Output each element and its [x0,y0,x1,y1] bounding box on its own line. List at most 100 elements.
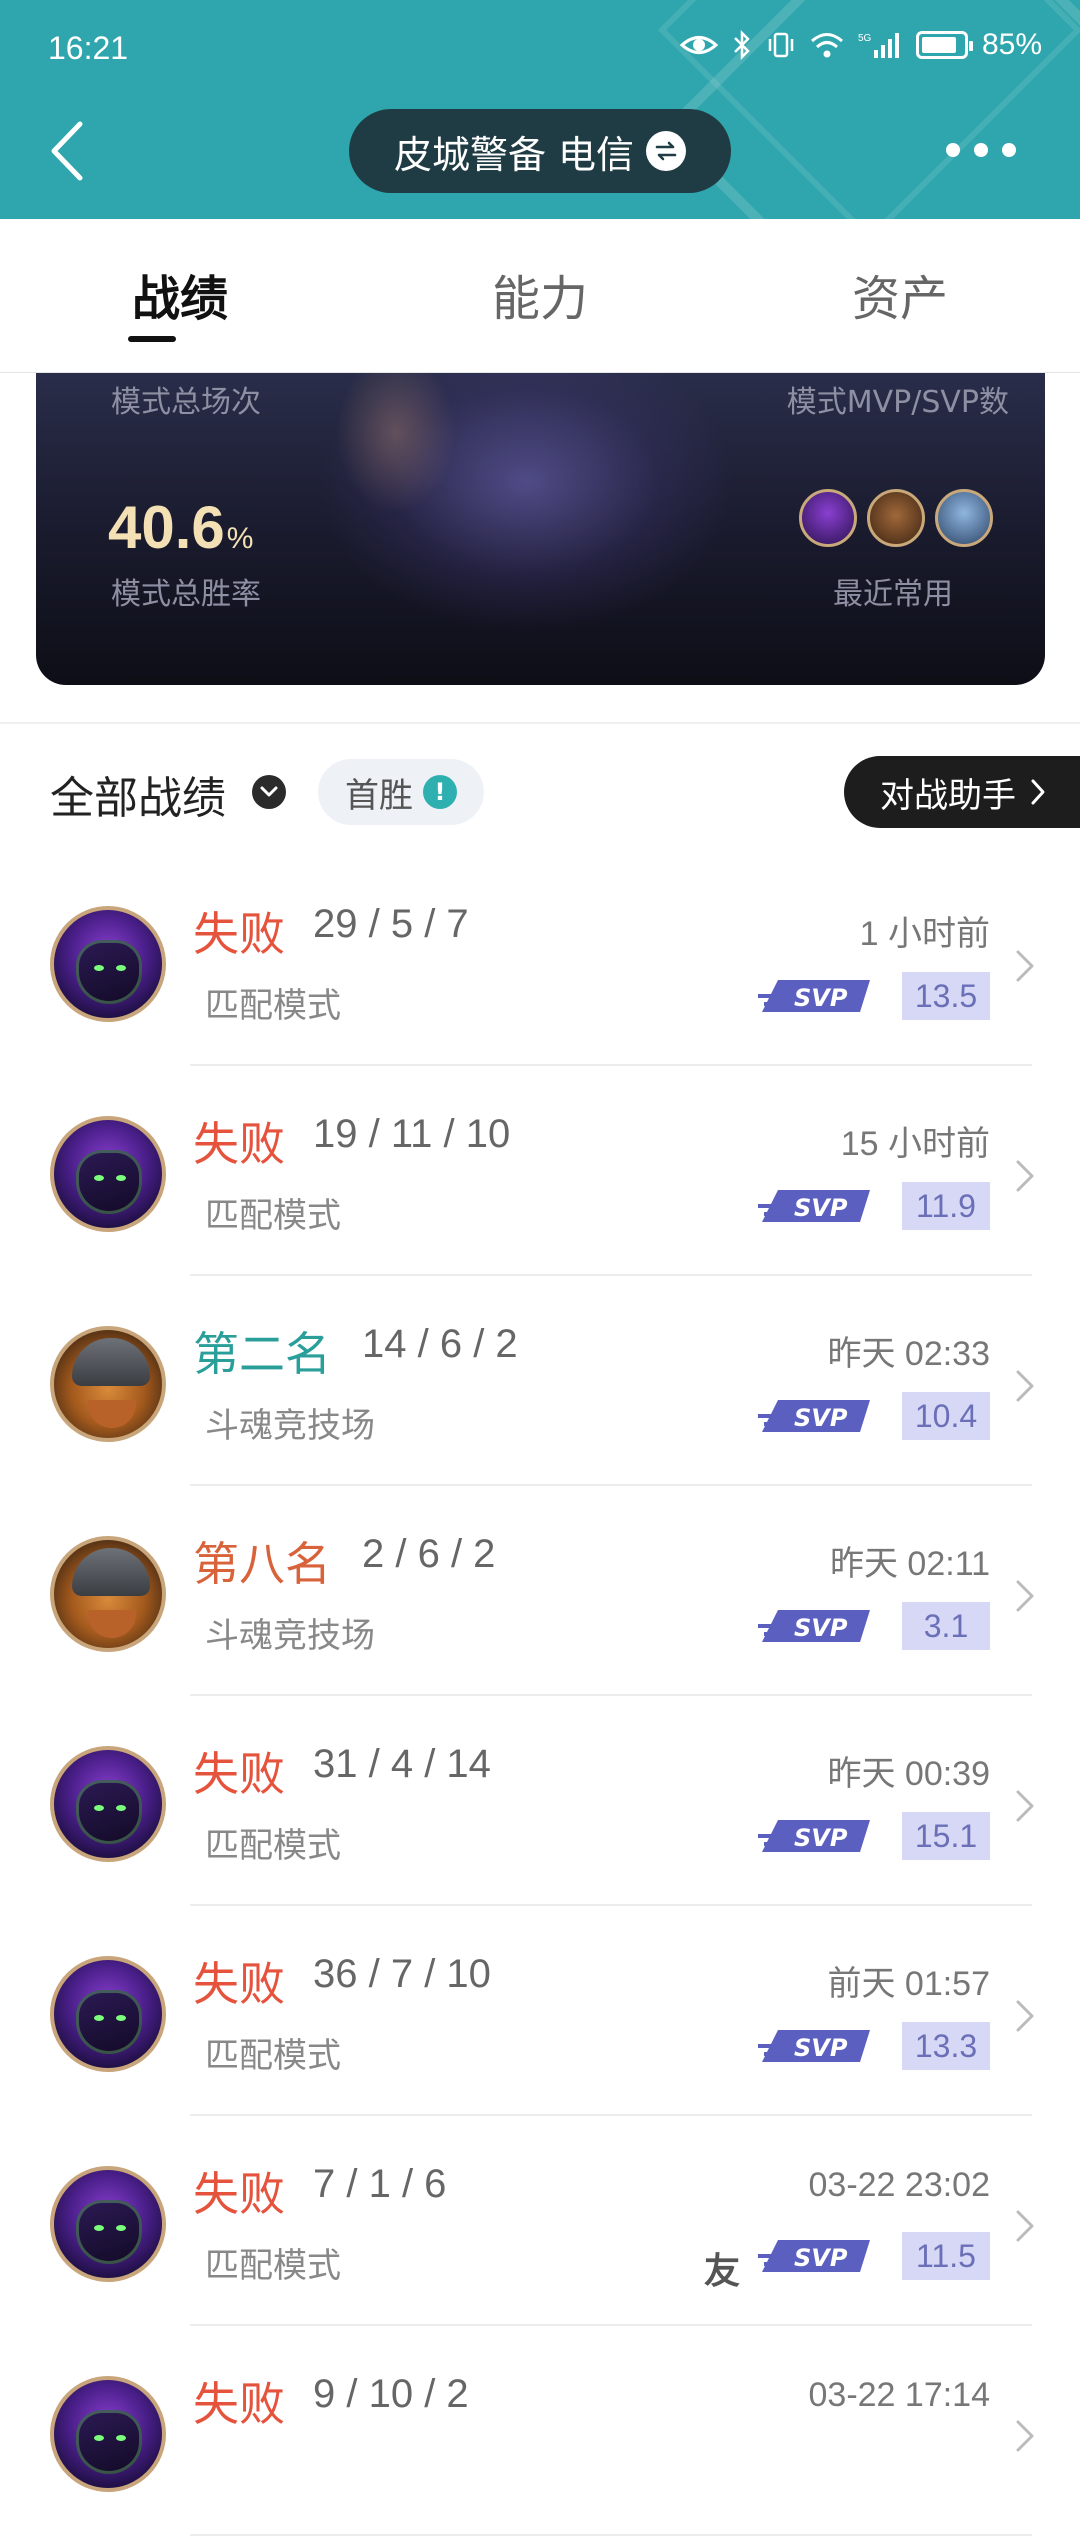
match-score: 15.1 [902,1812,990,1860]
svp-badge-icon: SVP [756,1184,876,1230]
chevron-right-icon [1014,1998,1036,2034]
chevron-right-icon [1014,948,1036,984]
chevron-right-icon [1031,779,1045,805]
match-result: 失败 [193,1747,285,1801]
match-score: 13.3 [902,2022,990,2070]
match-mode: 匹配模式 [205,2246,341,2286]
chevron-right-icon [1014,1788,1036,1824]
match-time: 03-22 17:14 [808,2376,991,2414]
hero-avatar [50,1536,166,1652]
match-row[interactable]: 失败 19 / 11 / 10 匹配模式 15 小时前 SVP 11.9 [0,1066,1080,1276]
svp-badge-icon: SVP [756,2024,876,2070]
tab-assets[interactable]: 资产 [790,259,1010,329]
account-switcher[interactable]: 皮城警备 电信 [349,109,731,193]
match-row[interactable]: 失败 31 / 4 / 14 匹配模式 昨天 00:39 SVP 15.1 [0,1696,1080,1906]
battery-level [921,37,956,53]
svp-badge-icon: SVP [756,974,876,1020]
chevron-down-icon[interactable] [252,775,286,809]
purple-hero-avatar[interactable] [799,489,857,547]
status-time: 16:21 [48,30,129,66]
match-row[interactable]: 失败 9 / 10 / 2 03-22 17:14 [0,2326,1080,2536]
match-kda: 7 / 1 / 6 [313,2162,447,2206]
match-result: 失败 [193,1117,285,1171]
winrate-label: 模式总胜率 [111,577,261,612]
back-button[interactable] [44,116,94,186]
match-time: 03-22 23:02 [808,2166,991,2204]
knight-hero-avatar[interactable] [935,489,993,547]
svp-badge-icon: SVP [756,1814,876,1860]
match-kda: 31 / 4 / 14 [313,1742,491,1786]
match-score: 13.5 [902,972,990,1020]
match-result: 第八名 [193,1537,331,1591]
match-mode: 匹配模式 [205,2036,341,2076]
info-icon: ! [423,775,457,809]
account-name: 皮城警备 电信 [393,132,635,177]
match-time: 昨天 02:11 [829,1545,990,1583]
svg-text:SVP: SVP [794,1404,848,1432]
svg-text:SVP: SVP [794,1614,848,1642]
svg-text:SVP: SVP [794,2244,848,2272]
match-time: 昨天 00:39 [827,1755,990,1793]
match-time: 15 小时前 [840,1125,990,1163]
match-row[interactable]: 失败 7 / 1 / 6 匹配模式 03-22 23:02 友 SVP 11.5 [0,2116,1080,2326]
hero-avatar [50,1326,166,1442]
match-score: 3.1 [902,1602,990,1650]
match-kda: 19 / 11 / 10 [313,1112,511,1156]
match-mode: 匹配模式 [205,1196,341,1236]
battery-percent: 85% [981,28,1042,61]
svg-text:SVP: SVP [794,1194,848,1222]
match-score: 11.9 [902,1182,990,1230]
match-row[interactable]: 失败 36 / 7 / 10 匹配模式 前天 01:57 SVP 13.3 [0,1906,1080,2116]
match-result: 第二名 [193,1327,331,1381]
match-mode: 斗魂竞技场 [205,1406,375,1446]
svp-badge-icon: SVP [756,1604,876,1650]
chevron-right-icon [1014,2418,1036,2454]
match-kda: 9 / 10 / 2 [313,2372,469,2416]
chevron-right-icon [1014,2208,1036,2244]
svg-text:SVP: SVP [794,984,848,1012]
first-win-chip[interactable]: 首胜 ! [318,759,484,825]
winrate-number: 40.6 [108,494,225,561]
first-win-label: 首胜 [345,775,413,816]
chevron-right-icon [1014,1578,1036,1614]
match-kda: 29 / 5 / 7 [313,902,469,946]
friend-badge: 友 [704,2251,741,2292]
battle-assistant-button[interactable]: 对战助手 [844,756,1080,828]
section-divider [0,722,1080,724]
match-result: 失败 [193,907,285,961]
hero-avatar [50,906,166,1022]
signal-icon: 5G [858,33,899,58]
hero-avatar [50,1746,166,1862]
warrior-hero-avatar[interactable] [867,489,925,547]
summary-card[interactable]: 模式总场次 模式MVP/SVP数 40.6% 模式总胜率 最近常用 [36,373,1045,685]
hero-avatar [50,1116,166,1232]
recent-heroes [799,489,993,547]
eye-icon [679,36,718,54]
tab-record[interactable]: 战绩 [70,259,290,329]
app-header: 16:21 5G 85% 皮城警备 电信 [0,0,1080,219]
more-dot [946,143,960,157]
tab-bar: 战绩 能力 资产 [0,219,1080,373]
hero-avatar [50,2166,166,2282]
wifi-icon [810,33,843,58]
winrate-value: 40.6% [108,493,253,562]
match-result: 失败 [193,1957,285,2011]
hero-avatar [50,1956,166,2072]
match-kda: 2 / 6 / 2 [362,1532,496,1576]
match-mode: 斗魂竞技场 [205,1616,375,1656]
vibrate-icon [768,32,794,58]
match-row[interactable]: 第八名 2 / 6 / 2 斗魂竞技场 昨天 02:11 SVP 3.1 [0,1486,1080,1696]
match-row[interactable]: 失败 29 / 5 / 7 匹配模式 1 小时前 SVP 13.5 [0,856,1080,1066]
match-list: 失败 29 / 5 / 7 匹配模式 1 小时前 SVP 13.5 失败 19 / 11 / … [0,856,1080,2536]
winrate-unit: % [226,522,254,555]
mvp-svp-label: 模式MVP/SVP数 [786,385,1009,420]
battle-assistant-label: 对战助手 [880,775,1016,816]
all-records-filter[interactable]: 全部战绩 [50,762,226,826]
match-row[interactable]: 第二名 14 / 6 / 2 斗魂竞技场 昨天 02:33 SVP 10.4 [0,1276,1080,1486]
svg-text:SVP: SVP [794,2034,848,2062]
tab-ability[interactable]: 能力 [430,259,650,329]
svp-badge-icon: SVP [756,1394,876,1440]
match-score: 11.5 [902,2232,990,2280]
more-menu-button[interactable] [946,140,1016,160]
total-games-label: 模式总场次 [111,385,261,420]
